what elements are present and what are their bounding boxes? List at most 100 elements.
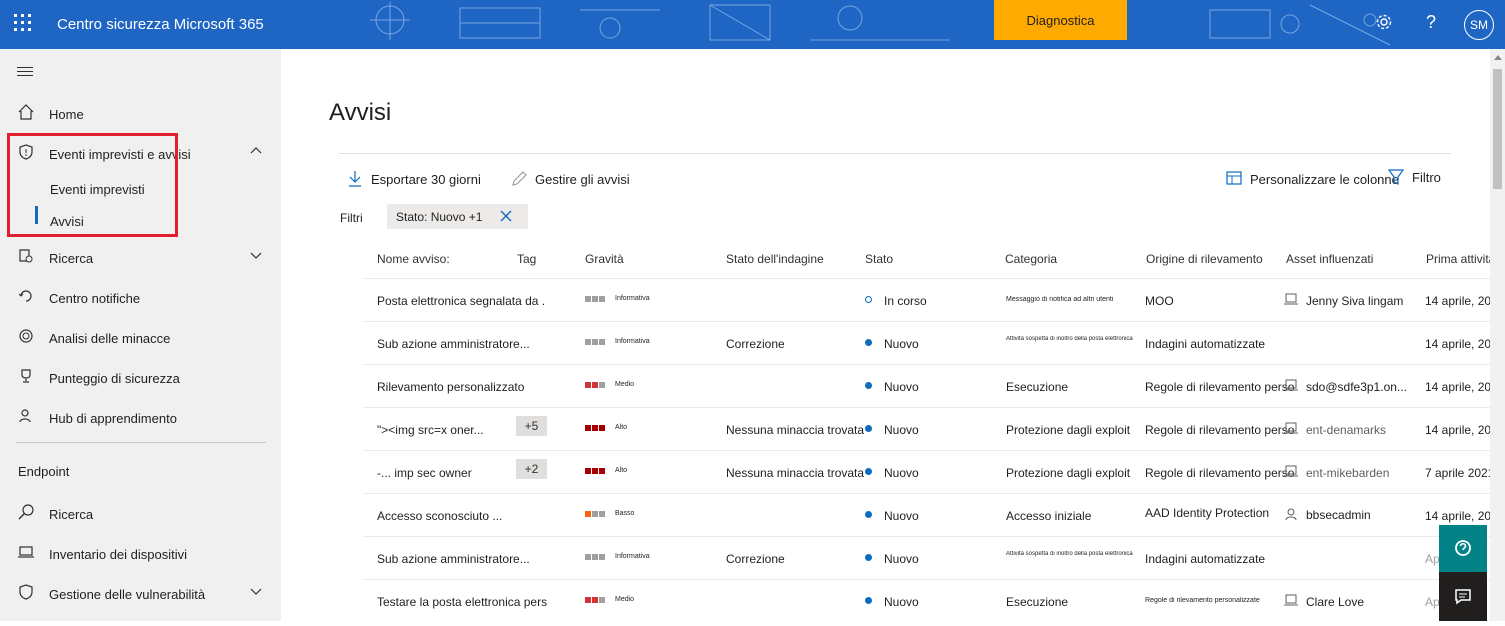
severity-indicator: Alto <box>585 467 627 476</box>
col-header-first-activity[interactable]: Prima attività <box>1426 252 1495 266</box>
chat-icon <box>1455 589 1471 605</box>
avatar[interactable]: SM <box>1464 10 1494 40</box>
severity-label: Informativa <box>615 338 650 345</box>
sidebar-item-device-inventory[interactable]: Inventario dei dispositivi <box>0 539 281 569</box>
alert-name[interactable]: Posta elettronica segnalata da . <box>377 294 547 308</box>
sidebar-item-hunting[interactable]: Ricerca <box>0 243 281 273</box>
settings-gear-icon[interactable] <box>1375 13 1393 31</box>
sidebar-item-threat-analytics[interactable]: Analisi delle minacce <box>0 323 281 353</box>
col-header-assets[interactable]: Asset influenzati <box>1286 252 1373 266</box>
alert-name[interactable]: Testare la posta elettronica personalizz… <box>377 595 547 609</box>
sidebar: Home Eventi imprevisti e avvisi Eventi i… <box>0 49 281 621</box>
table-row[interactable]: Sub azione amministratore... Informativa C… <box>363 536 1505 579</box>
laptop-icon <box>18 546 34 558</box>
table-row[interactable]: Posta elettronica segnalata da . Informat… <box>363 278 1505 321</box>
chevron-up-icon[interactable] <box>250 145 262 157</box>
col-header-source[interactable]: Origine di rilevamento <box>1146 252 1263 266</box>
table-row[interactable]: "><img src=x oner... +5 Alto Nessuna minacc… <box>363 407 1505 450</box>
severity-square <box>585 425 591 431</box>
blueprint-banner <box>370 2 1391 46</box>
col-header-name[interactable]: Nome avviso: <box>377 252 450 266</box>
sidebar-item-endpoint-search[interactable]: Ricerca <box>0 499 281 529</box>
status-text: Nuovo <box>884 380 919 394</box>
severity-square <box>599 296 605 302</box>
table-row[interactable]: Rilevamento personalizzato Medio Nuovo Esec… <box>363 364 1505 407</box>
action-center-icon <box>18 290 32 302</box>
detection-source: Regole di rilevamento personalizzate <box>1145 423 1295 437</box>
alert-name[interactable]: Rilevamento personalizzato <box>377 380 547 394</box>
sidebar-item-label: Home <box>49 107 84 122</box>
hunting-icon <box>19 249 33 263</box>
chevron-down-icon[interactable] <box>250 249 262 261</box>
col-header-severity[interactable]: Gravità <box>585 252 624 266</box>
app-launcher-icon[interactable] <box>14 14 32 32</box>
sidebar-item-action-center[interactable]: Centro notifiche <box>0 283 281 313</box>
table-row[interactable]: Accesso sconosciuto ... Basso Nuovo Accesso… <box>363 493 1505 536</box>
category-text: Attività sospetta di inoltro della posta… <box>1006 336 1133 342</box>
tag-badge[interactable]: +5 <box>516 416 547 436</box>
filters-label: Filtri <box>340 211 363 225</box>
sidebar-item-secure-score[interactable]: Punteggio di sicurezza <box>0 363 281 393</box>
severity-square <box>585 339 591 345</box>
col-header-category[interactable]: Categoria <box>1005 252 1057 266</box>
sidebar-item-learning-hub[interactable]: Hub di apprendimento <box>0 403 281 433</box>
home-icon <box>18 104 34 120</box>
table-row[interactable]: Sub azione amministratore... Informativa C… <box>363 321 1505 364</box>
alert-name[interactable]: Sub azione amministratore... <box>377 337 547 351</box>
col-header-status[interactable]: Stato <box>865 252 893 266</box>
alert-name[interactable]: Accesso sconosciuto ... <box>377 509 547 523</box>
category-text: Accesso iniziale <box>1006 509 1092 523</box>
help-fab-button[interactable] <box>1439 525 1487 572</box>
table-row[interactable]: Testare la posta elettronica personalizz… <box>363 579 1505 622</box>
detection-source: Indagini automatizzate <box>1145 552 1266 566</box>
tag-badge[interactable]: +2 <box>516 459 547 479</box>
status-dot <box>865 339 872 346</box>
affected-asset[interactable]: ent-mikebarden <box>1306 466 1424 480</box>
severity-square <box>592 554 598 560</box>
severity-square <box>592 597 598 603</box>
detection-source: AAD Identity Protection <box>1145 506 1270 520</box>
col-header-investigation[interactable]: Stato dell'indagine <box>726 252 824 266</box>
col-header-tag[interactable]: Tag <box>517 252 536 266</box>
severity-square <box>599 382 605 388</box>
affected-asset[interactable]: Clare Love <box>1306 595 1424 609</box>
severity-indicator: Medio <box>585 596 634 605</box>
status-dot <box>865 296 872 303</box>
category-text: Esecuzione <box>1006 380 1069 394</box>
sidebar-item-vulnerability-management[interactable]: Gestione delle vulnerabilità <box>0 579 281 609</box>
sidebar-item-home[interactable]: Home <box>0 99 281 129</box>
alert-name[interactable]: Sub azione amministratore... <box>377 552 547 566</box>
severity-square <box>592 511 598 517</box>
feedback-chat-button[interactable] <box>1439 572 1487 621</box>
severity-indicator: Basso <box>585 510 634 519</box>
close-icon[interactable] <box>499 209 513 223</box>
sidebar-item-label: Punteggio di sicurezza <box>49 371 180 386</box>
sidebar-divider <box>16 442 266 443</box>
help-icon[interactable]: ? <box>1426 12 1436 33</box>
scroll-thumb[interactable] <box>1493 69 1502 189</box>
hamburger-menu-icon[interactable] <box>17 67 33 77</box>
filter-chip[interactable]: Stato: Nuovo +1 <box>387 204 528 229</box>
device-icon <box>1284 594 1298 606</box>
affected-asset[interactable]: sdo@sdfe3p1.on... <box>1306 380 1424 394</box>
scrollbar[interactable] <box>1490 49 1505 621</box>
affected-asset[interactable]: bbsecadmin <box>1306 508 1424 522</box>
top-bar: Centro sicurezza Microsoft 365 Diagnosti… <box>0 0 1505 49</box>
table-row[interactable]: -... imp sec owner +2 Alto Nessuna minaccia… <box>363 450 1505 493</box>
diagnostics-button[interactable]: Diagnostica <box>994 0 1127 40</box>
status-text: Nuovo <box>884 509 919 523</box>
scroll-up-icon[interactable] <box>1494 55 1502 60</box>
sidebar-item-label: Inventario dei dispositivi <box>49 547 188 562</box>
download-icon <box>349 171 361 187</box>
status-dot <box>865 511 872 518</box>
trophy-icon <box>21 369 31 383</box>
app-title[interactable]: Centro sicurezza Microsoft 365 <box>57 16 264 33</box>
chevron-down-icon[interactable] <box>250 585 262 597</box>
severity-square <box>585 597 591 603</box>
affected-asset[interactable]: Jenny Siva lingam <box>1306 294 1424 308</box>
severity-square <box>585 468 591 474</box>
affected-asset[interactable]: ent-denamarks <box>1306 423 1424 437</box>
severity-indicator: Informativa <box>585 295 650 304</box>
sidebar-item-label: Ricerca <box>49 251 94 266</box>
status-text: Nuovo <box>884 552 919 566</box>
